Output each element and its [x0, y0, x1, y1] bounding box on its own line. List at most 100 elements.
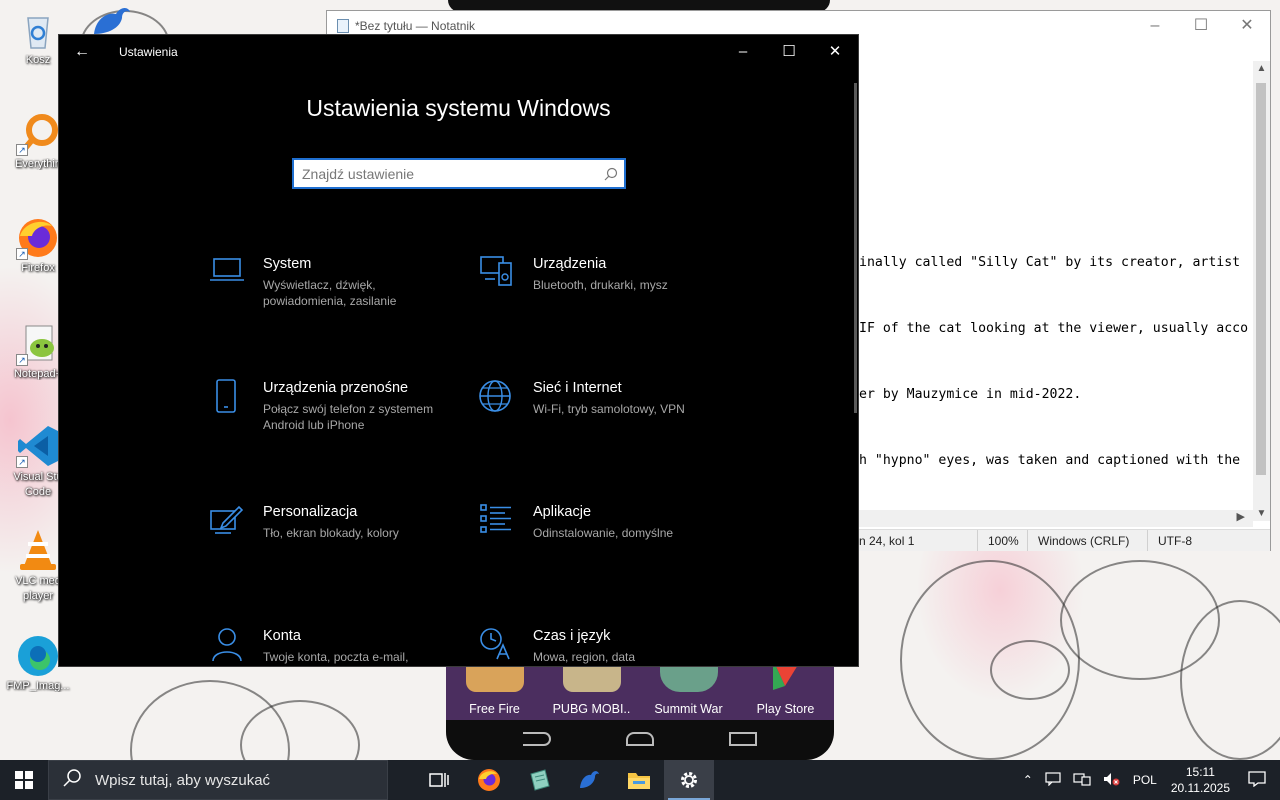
- scrollbar-thumb[interactable]: [1256, 83, 1266, 475]
- notepad-file-icon: [337, 19, 349, 33]
- system-tray: ⌃ POL 15:11 20.11.2025: [1017, 760, 1280, 800]
- firefox-icon: ↗: [16, 216, 60, 260]
- maximize-button[interactable]: ☐: [1178, 11, 1224, 41]
- task-view-icon: [429, 773, 449, 787]
- shortcut-arrow-icon: ↗: [16, 144, 28, 156]
- category-description: Mowa, region, data: [533, 650, 636, 664]
- phone-app-pubg[interactable]: PUBG MOBI..: [546, 660, 638, 720]
- notepad-status-bar: n 24, kol 1 100% Windows (CRLF) UTF-8: [857, 529, 1270, 551]
- settings-category-devices[interactable]: Urządzenia Bluetooth, drukarki, mysz: [479, 253, 729, 333]
- status-encoding: UTF-8: [1147, 530, 1202, 551]
- tray-notification-app-icon[interactable]: [1039, 771, 1067, 789]
- close-button[interactable]: ✕: [812, 35, 858, 69]
- everything-search-icon: ↗: [16, 112, 60, 156]
- globe-icon: [479, 379, 529, 419]
- tray-chevron-up-icon[interactable]: ⌃: [1017, 773, 1039, 787]
- phone-app-free-fire[interactable]: Free Fire: [449, 660, 541, 720]
- maximize-button[interactable]: ☐: [766, 35, 812, 69]
- taskbar-app-settings[interactable]: [664, 760, 714, 800]
- phone-mirror-window[interactable]: Free Fire PUBG MOBI.. Summit War Play St…: [446, 660, 834, 760]
- action-center-icon[interactable]: [1238, 770, 1280, 790]
- category-name: Czas i język: [533, 628, 611, 644]
- taskbar-app-notepad-plus-plus[interactable]: [514, 760, 564, 800]
- category-name: Konta: [263, 628, 301, 644]
- status-zoom: 100%: [977, 530, 1027, 551]
- vscode-icon: ↗: [16, 424, 60, 468]
- close-button[interactable]: ✕: [1224, 11, 1270, 41]
- shortcut-arrow-icon: ↗: [16, 456, 28, 468]
- minimize-button[interactable]: –: [720, 35, 766, 69]
- category-name: Urządzenia przenośne: [263, 380, 409, 396]
- category-description: Połącz swój telefon z systemem Android l…: [263, 402, 434, 432]
- devices-icon: [479, 255, 529, 295]
- phone-app-play-store[interactable]: Play Store: [740, 660, 832, 720]
- phone-home-button[interactable]: [625, 732, 654, 746]
- taskbar-app-swan[interactable]: [564, 760, 614, 800]
- clock-time: 15:11: [1185, 765, 1215, 779]
- category-name: Urządzenia: [533, 256, 607, 272]
- volume-muted-icon[interactable]: [1097, 772, 1127, 789]
- clock[interactable]: 15:11 20.11.2025: [1163, 764, 1238, 796]
- text-line: er by Mauzymice in mid-2022.: [859, 387, 1082, 402]
- edge-icon: [16, 634, 60, 678]
- search-icon: [63, 769, 81, 791]
- settings-category-system[interactable]: System Wyświetlacz, dźwięk, powiadomieni…: [209, 253, 459, 333]
- start-button[interactable]: [0, 760, 48, 800]
- settings-category-network[interactable]: Sieć i Internet Wi-Fi, tryb samolotowy, …: [479, 377, 729, 457]
- notepad-text-area[interactable]: inally called "Silly Cat" by its creator…: [859, 223, 1257, 503]
- file-explorer-icon: [628, 773, 650, 789]
- category-description: Tło, ekran blokady, kolory: [263, 526, 399, 540]
- taskbar-app-file-explorer[interactable]: [614, 760, 664, 800]
- shortcut-arrow-icon: ↗: [16, 248, 28, 260]
- category-name: Sieć i Internet: [533, 380, 622, 396]
- settings-category-time-language[interactable]: Czas i język Mowa, region, data: [479, 625, 729, 666]
- settings-category-apps[interactable]: Aplikacje Odinstalowanie, domyślne: [479, 501, 729, 581]
- phone-app-summit-war[interactable]: Summit War: [643, 660, 735, 720]
- scroll-down-icon[interactable]: ▼: [1253, 508, 1270, 519]
- search-icon: [598, 160, 624, 187]
- back-arrow-button[interactable]: ←: [59, 35, 105, 69]
- settings-gear-icon: [681, 772, 697, 788]
- swan-app-icon: [580, 771, 599, 788]
- phone-app-label: PUBG MOBI..: [552, 702, 631, 716]
- notepad-title: *Bez tytułu — Notatnik: [355, 19, 476, 33]
- scroll-right-icon[interactable]: ▶: [1237, 510, 1245, 523]
- settings-search-box[interactable]: [292, 158, 626, 189]
- settings-search-input[interactable]: [294, 160, 598, 187]
- vlc-icon: [16, 528, 60, 572]
- clock-date: 20.11.2025: [1170, 781, 1230, 795]
- firefox-icon: [478, 769, 500, 791]
- settings-category-personalization[interactable]: Personalizacja Tło, ekran blokady, kolor…: [209, 501, 459, 581]
- taskbar-app-firefox[interactable]: [464, 760, 514, 800]
- taskbar: Wpisz tutaj, aby wyszukać ⌃ POL 15:11 20…: [0, 760, 1280, 800]
- notepad-plus-plus-icon: ↗: [16, 322, 60, 366]
- settings-category-mobile-devices[interactable]: Urządzenia przenośne Połącz swój telefon…: [209, 377, 459, 457]
- apps-list-icon: [479, 503, 529, 543]
- settings-window-title: Ustawienia: [119, 45, 178, 59]
- phone-recents-button[interactable]: [728, 732, 757, 746]
- category-description: Wi-Fi, tryb samolotowy, VPN: [533, 402, 685, 416]
- category-description: Wyświetlacz, dźwięk, powiadomienia, zasi…: [263, 278, 397, 308]
- category-description: Twoje konta, poczta e-mail,: [263, 650, 409, 664]
- minimize-button[interactable]: –: [1132, 11, 1178, 41]
- settings-window[interactable]: ← Ustawienia – ☐ ✕ Ustawienia systemu Wi…: [58, 34, 859, 667]
- category-name: System: [263, 256, 312, 272]
- task-view-button[interactable]: [414, 760, 464, 800]
- settings-titlebar[interactable]: ← Ustawienia – ☐ ✕: [59, 35, 858, 69]
- settings-scrollbar[interactable]: [854, 83, 857, 413]
- windows-logo-icon: [15, 771, 33, 789]
- input-language[interactable]: POL: [1127, 773, 1163, 787]
- settings-category-accounts[interactable]: Konta Twoje konta, poczta e-mail,: [209, 625, 459, 666]
- text-line: h "hypno" eyes, was taken and captioned …: [859, 453, 1241, 468]
- scroll-up-icon[interactable]: ▲: [1253, 63, 1270, 74]
- recycle-bin-icon: [16, 8, 60, 52]
- horizontal-scrollbar[interactable]: ▶: [857, 510, 1253, 527]
- phone-icon: [209, 379, 259, 419]
- phone-app-label: Play Store: [756, 702, 815, 716]
- phone-navigation-bar: [446, 732, 834, 746]
- phone-back-button[interactable]: [523, 732, 552, 746]
- category-description: Bluetooth, drukarki, mysz: [533, 278, 668, 292]
- taskbar-search-box[interactable]: Wpisz tutaj, aby wyszukać: [48, 760, 388, 800]
- vertical-scrollbar[interactable]: ▲ ▼: [1253, 61, 1270, 521]
- network-icon[interactable]: [1067, 772, 1097, 789]
